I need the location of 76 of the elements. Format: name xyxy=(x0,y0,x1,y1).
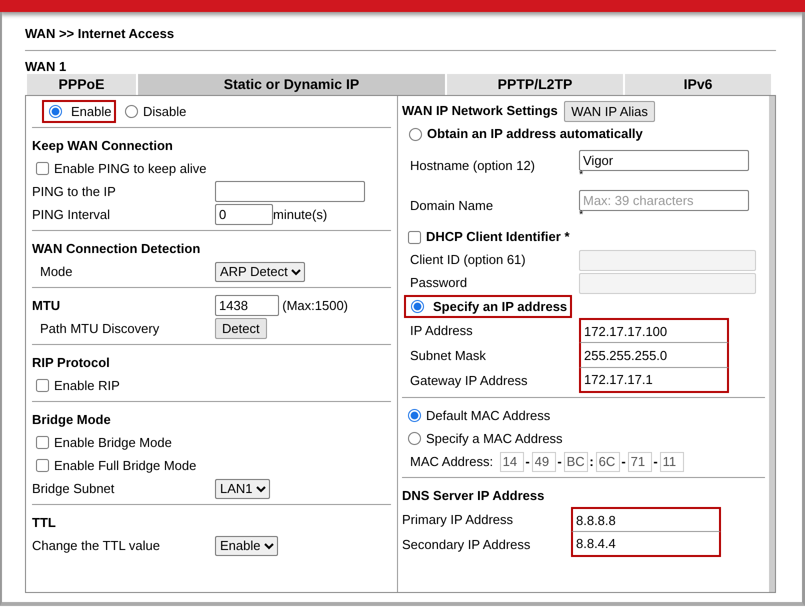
field-label: Change the TTL value xyxy=(32,536,161,555)
alias-button[interactable]: WAN IP Alias xyxy=(564,100,655,122)
dropdown-select[interactable]: ARP Detect xyxy=(215,262,305,282)
dropdown-select[interactable]: Enable xyxy=(215,536,278,556)
checkbox[interactable] xyxy=(408,230,421,244)
field-label: Secondary IP Address xyxy=(402,536,532,554)
dropdown-select[interactable]: LAN1 xyxy=(215,478,270,498)
tab[interactable]: IPv6 xyxy=(623,74,771,94)
separator: - xyxy=(652,452,659,471)
section-title: RIP Protocol xyxy=(32,354,110,372)
text-field[interactable] xyxy=(215,181,365,202)
field-label: Domain Name xyxy=(409,196,494,215)
section-title: TTL xyxy=(32,514,56,532)
page-title: WAN >> Internet Access xyxy=(25,24,776,50)
separator: - xyxy=(524,452,531,471)
text-field[interactable]: 8.8.8.8 xyxy=(571,507,721,532)
checkbox[interactable] xyxy=(36,459,49,472)
radio-button[interactable] xyxy=(49,104,62,118)
detect-button[interactable]: Detect xyxy=(215,318,267,339)
field-label: Hostname (option 12) xyxy=(409,156,536,175)
radio-button[interactable] xyxy=(124,104,138,118)
text-field[interactable]: 8.8.4.4 xyxy=(571,532,721,557)
option-label: Default MAC Address xyxy=(426,406,550,425)
text-field[interactable]: 172.17.17.1 xyxy=(579,368,729,393)
field-label: PING Interval xyxy=(32,206,112,224)
checkbox[interactable] xyxy=(36,436,49,449)
section-label: WAN 1 xyxy=(25,60,68,74)
option-label: Enable RIP xyxy=(54,376,120,395)
field-label: PING to the IP xyxy=(32,182,117,201)
section-title: WAN Connection Detection xyxy=(32,240,200,258)
radio-button[interactable] xyxy=(408,432,421,445)
radio-button[interactable] xyxy=(409,128,422,140)
checkbox[interactable] xyxy=(36,162,49,175)
text-field[interactable]: 0 xyxy=(215,204,273,225)
text-field[interactable]: 1438 xyxy=(215,295,279,316)
checkbox[interactable] xyxy=(36,379,49,392)
section-title: Keep WAN Connection xyxy=(32,136,173,155)
separator: - xyxy=(620,452,627,471)
text-field[interactable]: 255.255.255.0 xyxy=(579,343,729,368)
field-label: Primary IP Address xyxy=(402,510,514,529)
option-label: Enable Bridge Mode xyxy=(54,434,172,452)
field-label: MAC Address: xyxy=(410,452,494,471)
unit-label: (Max:1500) xyxy=(282,296,348,315)
text-field[interactable]: Max: 39 characters xyxy=(579,190,749,211)
radio-button[interactable] xyxy=(411,300,424,313)
option-label: Disable xyxy=(142,102,186,120)
tab[interactable]: Static or Dynamic IP xyxy=(136,74,445,94)
option-label: Specify an IP address xyxy=(433,298,568,316)
tab[interactable]: PPPoE xyxy=(25,74,136,94)
field-label: Subnet Mask xyxy=(409,346,487,365)
option-label: Enable Full Bridge Mode xyxy=(54,456,196,475)
option-label: Enable PING to keep alive xyxy=(54,160,206,178)
radio-button[interactable] xyxy=(408,409,421,422)
field-label: Client ID (option 61) xyxy=(409,251,527,270)
text-field[interactable]: 172.17.17.100 xyxy=(579,318,729,343)
required-mark: * xyxy=(579,211,584,221)
field-label: Gateway IP Address xyxy=(409,372,529,390)
field-label: Password xyxy=(409,274,468,292)
section-title: Bridge Mode xyxy=(32,410,111,429)
tab[interactable]: PPTP/L2TP xyxy=(445,74,623,94)
option-label: DHCP Client Identifier * xyxy=(426,228,570,246)
field-label: Mode xyxy=(39,262,74,281)
required-mark: * xyxy=(579,171,584,181)
section-title: WAN IP Network Settings xyxy=(402,102,558,120)
separator: : xyxy=(588,452,595,471)
option-label: Enable xyxy=(71,102,112,120)
option-label: Specify a MAC Address xyxy=(426,430,563,448)
section-title: DNS Server IP Address xyxy=(402,486,544,505)
section-title: MTU xyxy=(32,296,62,315)
field-label: Bridge Subnet xyxy=(32,480,116,498)
field-label: Path MTU Discovery xyxy=(39,320,160,338)
unit-label: minute(s) xyxy=(273,206,328,224)
separator: - xyxy=(556,452,563,471)
text-field[interactable]: Vigor xyxy=(579,150,749,171)
option-label: Obtain an IP address automatically xyxy=(427,125,643,144)
field-label: IP Address xyxy=(409,322,474,340)
